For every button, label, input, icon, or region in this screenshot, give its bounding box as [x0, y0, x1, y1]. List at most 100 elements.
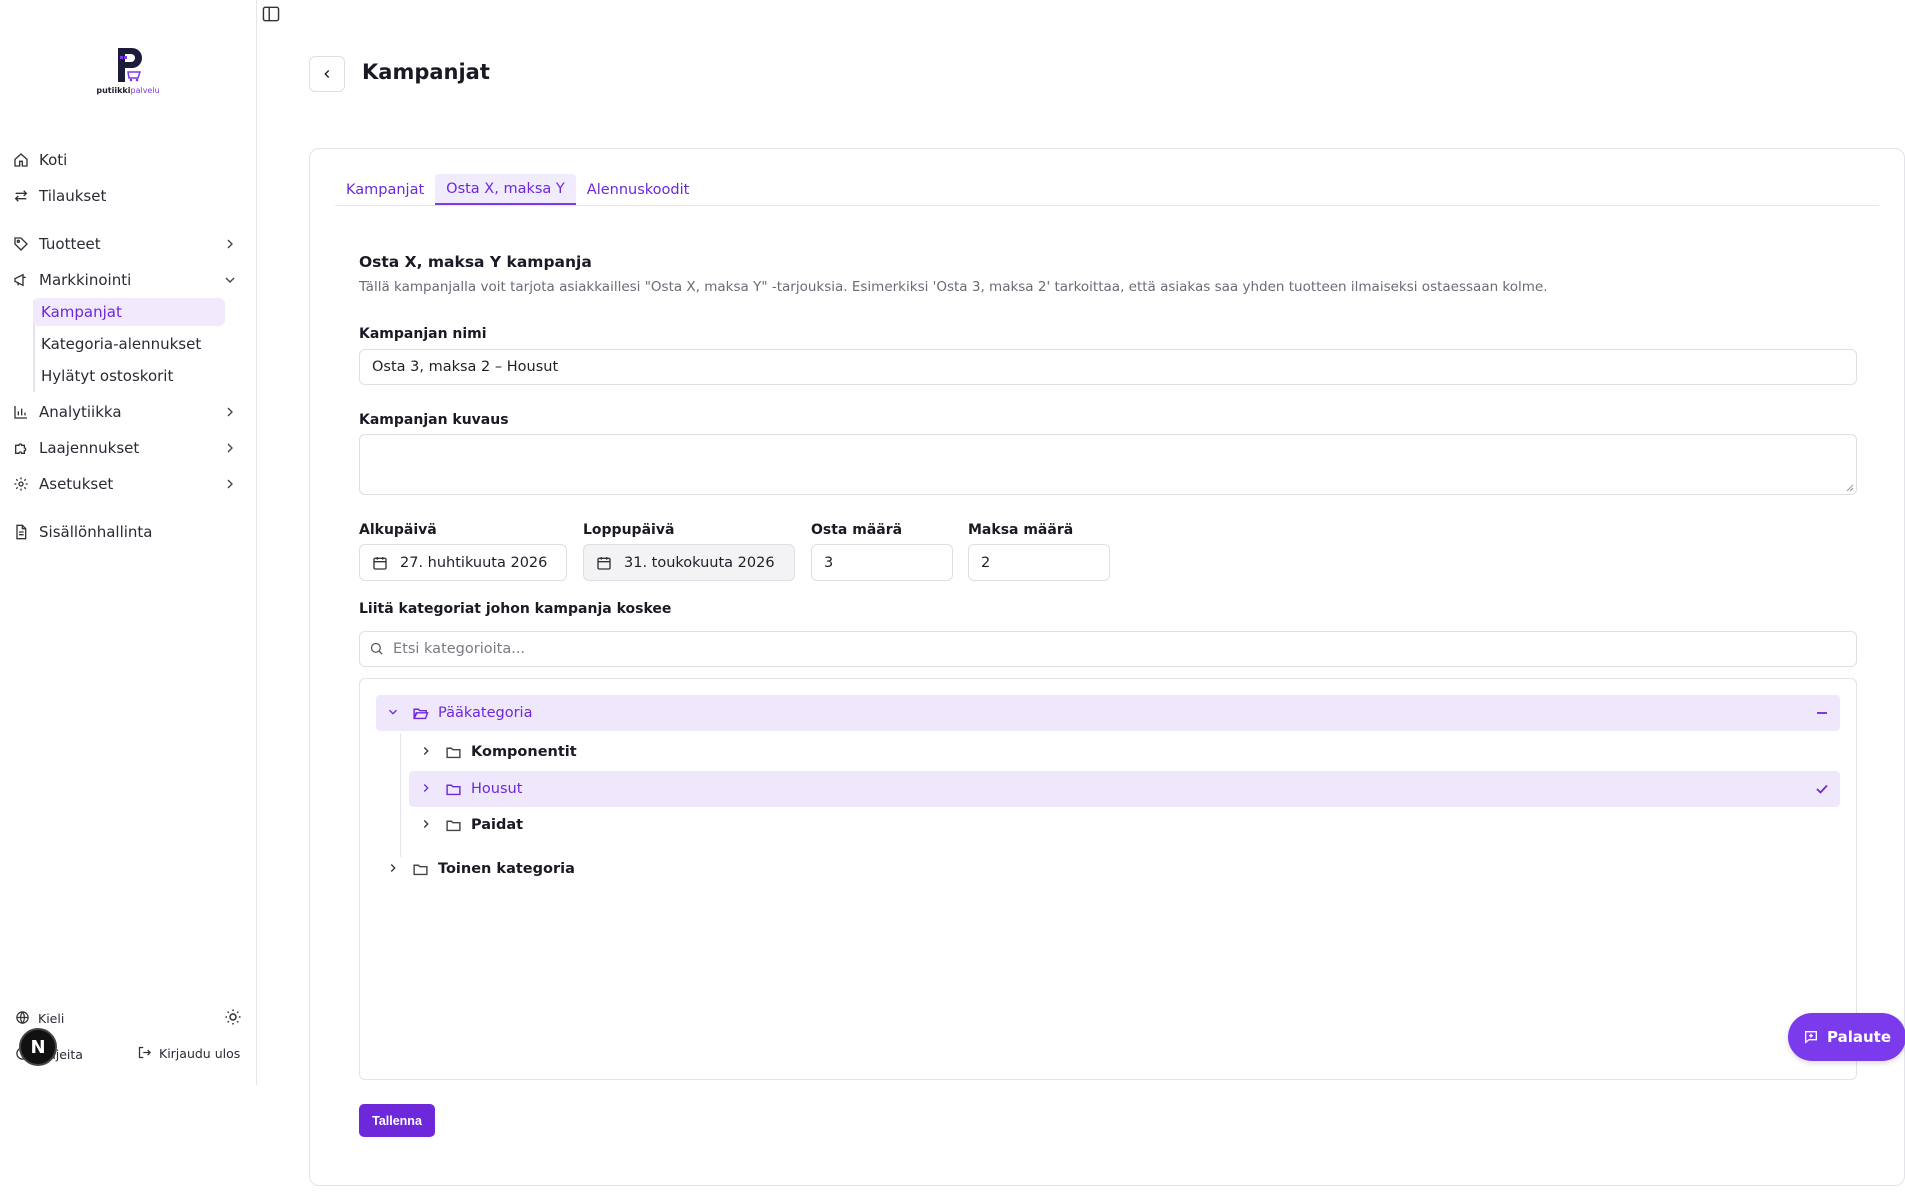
folder-icon — [445, 781, 462, 798]
sidebar-subitem-hylatyt-ostoskorit[interactable]: Hylätyt ostoskorit — [33, 362, 225, 390]
logout-label: Kirjaudu ulos — [159, 1045, 241, 1061]
campaign-name-value: Osta 3, maksa 2 – Housut — [372, 359, 559, 375]
end-date-picker[interactable]: 31. toukokuuta 2026 — [583, 544, 795, 581]
sidebar: putiikkipalvelu Koti Tilaukset Tuotteet … — [0, 0, 257, 1085]
category-tree: Pääkategoria Komponentit Housut Paidat T… — [359, 678, 1857, 1080]
sidebar-subitem-kategoria-alennukset[interactable]: Kategoria-alennukset — [33, 330, 225, 358]
chevron-right-icon — [227, 407, 233, 417]
buy-quantity-label: Osta määrä — [811, 522, 903, 538]
section-title: Osta X, maksa Y kampanja — [359, 253, 592, 271]
tree-row-komponentit[interactable]: Komponentit — [409, 734, 1840, 770]
tab-kampanjat[interactable]: Kampanjat — [335, 174, 435, 205]
language-label: Kieli — [38, 1010, 65, 1026]
category-search-placeholder: Etsi kategorioita... — [393, 641, 526, 657]
sidebar-subitem-kampanjat[interactable]: Kampanjat — [33, 298, 225, 326]
category-search-input[interactable]: Etsi kategorioita... — [359, 631, 1857, 667]
document-icon — [12, 523, 30, 541]
sidebar-item-laajennukset[interactable]: Laajennukset — [12, 434, 242, 462]
tab-bar: Kampanjat Osta X, maksa Y Alennuskoodit — [335, 174, 1879, 206]
tab-osta-x-maksa-y[interactable]: Osta X, maksa Y — [435, 174, 576, 205]
chevron-right-icon[interactable] — [419, 817, 435, 833]
calendar-icon — [372, 555, 388, 571]
tree-row-housut[interactable]: Housut — [409, 771, 1840, 807]
chevron-right-icon[interactable] — [386, 861, 402, 877]
sidebar-item-label: Tuotteet — [39, 235, 101, 253]
sidebar-item-label: Markkinointi — [39, 271, 132, 289]
megaphone-icon — [12, 271, 30, 289]
partial-selection-icon[interactable] — [1814, 705, 1830, 721]
chevron-right-icon[interactable] — [419, 781, 435, 797]
chevron-right-icon — [227, 443, 233, 453]
buy-quantity-value: 3 — [824, 554, 834, 571]
sidebar-item-tilaukset[interactable]: Tilaukset — [12, 182, 242, 210]
campaign-name-input[interactable]: Osta 3, maksa 2 – Housut — [359, 349, 1857, 385]
sidebar-item-markkinointi[interactable]: Markkinointi — [12, 266, 242, 294]
folder-icon — [412, 861, 429, 878]
tree-label: Paidat — [471, 817, 524, 833]
section-description: Tällä kampanjalla voit tarjota asiakkail… — [359, 279, 1548, 295]
categories-label: Liitä kategoriat johon kampanja koskee — [359, 601, 672, 617]
sidebar-item-label: Analytiikka — [39, 403, 122, 421]
sidebar-item-label: Sisällönhallinta — [39, 523, 153, 541]
puzzle-icon — [12, 439, 30, 457]
chevron-down-icon — [225, 277, 235, 283]
sidebar-item-sisallonhallinta[interactable]: Sisällönhallinta — [12, 518, 242, 546]
tree-label: Pääkategoria — [438, 705, 533, 721]
sidebar-item-tuotteet[interactable]: Tuotteet — [12, 230, 242, 258]
campaign-name-label: Kampanjan nimi — [359, 326, 487, 342]
brand-name-main: putiikki — [96, 86, 131, 95]
tree-row-toinen-kategoria[interactable]: Toinen kategoria — [376, 851, 1840, 887]
folder-icon — [445, 744, 462, 761]
end-date-label: Loppupäivä — [583, 522, 675, 538]
tree-label: Toinen kategoria — [438, 861, 575, 877]
tree-row-paakategoria[interactable]: Pääkategoria — [376, 695, 1840, 731]
start-date-label: Alkupäivä — [359, 522, 437, 538]
chevron-right-icon[interactable] — [419, 744, 435, 760]
tree-label: Housut — [471, 781, 523, 797]
resize-handle-icon[interactable] — [1846, 484, 1854, 492]
logo-mark-icon — [118, 48, 142, 82]
feedback-label: Palaute — [1827, 1028, 1891, 1046]
sidebar-item-label: Asetukset — [39, 475, 114, 493]
end-date-value: 31. toukokuuta 2026 — [624, 554, 775, 571]
globe-icon — [15, 1010, 31, 1026]
home-icon — [12, 151, 30, 169]
logout-icon — [137, 1045, 153, 1061]
start-date-value: 27. huhtikuuta 2026 — [400, 554, 548, 571]
pay-quantity-input[interactable]: 2 — [968, 544, 1110, 581]
page-title: Kampanjat — [362, 60, 490, 84]
tree-row-paidat[interactable]: Paidat — [409, 807, 1840, 843]
buy-quantity-input[interactable]: 3 — [811, 544, 953, 581]
feedback-button[interactable]: Palaute — [1788, 1013, 1905, 1061]
message-plus-icon — [1803, 1029, 1819, 1045]
sidebar-item-koti[interactable]: Koti — [12, 146, 242, 174]
sidebar-item-asetukset[interactable]: Asetukset — [12, 470, 242, 498]
theme-toggle-sun-icon[interactable] — [224, 1008, 242, 1026]
sidebar-item-analytiikka[interactable]: Analytiikka — [12, 398, 242, 426]
tag-icon — [12, 235, 30, 253]
brand-logo[interactable]: putiikkipalvelu — [96, 44, 160, 100]
folder-open-icon — [412, 705, 429, 722]
pay-quantity-value: 2 — [981, 554, 991, 571]
sidebar-toggle-icon[interactable] — [262, 6, 280, 22]
back-button[interactable] — [309, 56, 345, 92]
tree-label: Komponentit — [471, 744, 577, 760]
brand-name-accent: palvelu — [130, 86, 160, 95]
dev-tools-badge[interactable]: N — [19, 1028, 57, 1066]
logout-button[interactable]: Kirjaudu ulos — [137, 1044, 240, 1062]
start-date-picker[interactable]: 27. huhtikuuta 2026 — [359, 544, 567, 581]
language-selector[interactable]: Kieli — [15, 1008, 64, 1028]
tab-alennuskoodit[interactable]: Alennuskoodit — [576, 174, 701, 205]
sidebar-item-label: Tilaukset — [39, 187, 107, 205]
sidebar-item-label: Laajennukset — [39, 439, 140, 457]
chevron-down-icon[interactable] — [386, 705, 402, 721]
search-icon — [369, 641, 385, 657]
calendar-icon — [596, 555, 612, 571]
campaign-description-label: Kampanjan kuvaus — [359, 412, 509, 428]
save-button[interactable]: Tallenna — [359, 1104, 435, 1137]
campaign-description-textarea[interactable] — [359, 434, 1857, 495]
chevron-left-icon — [324, 70, 330, 78]
check-icon[interactable] — [1814, 781, 1830, 797]
arrows-exchange-icon — [12, 187, 30, 205]
chevron-right-icon — [227, 479, 233, 489]
